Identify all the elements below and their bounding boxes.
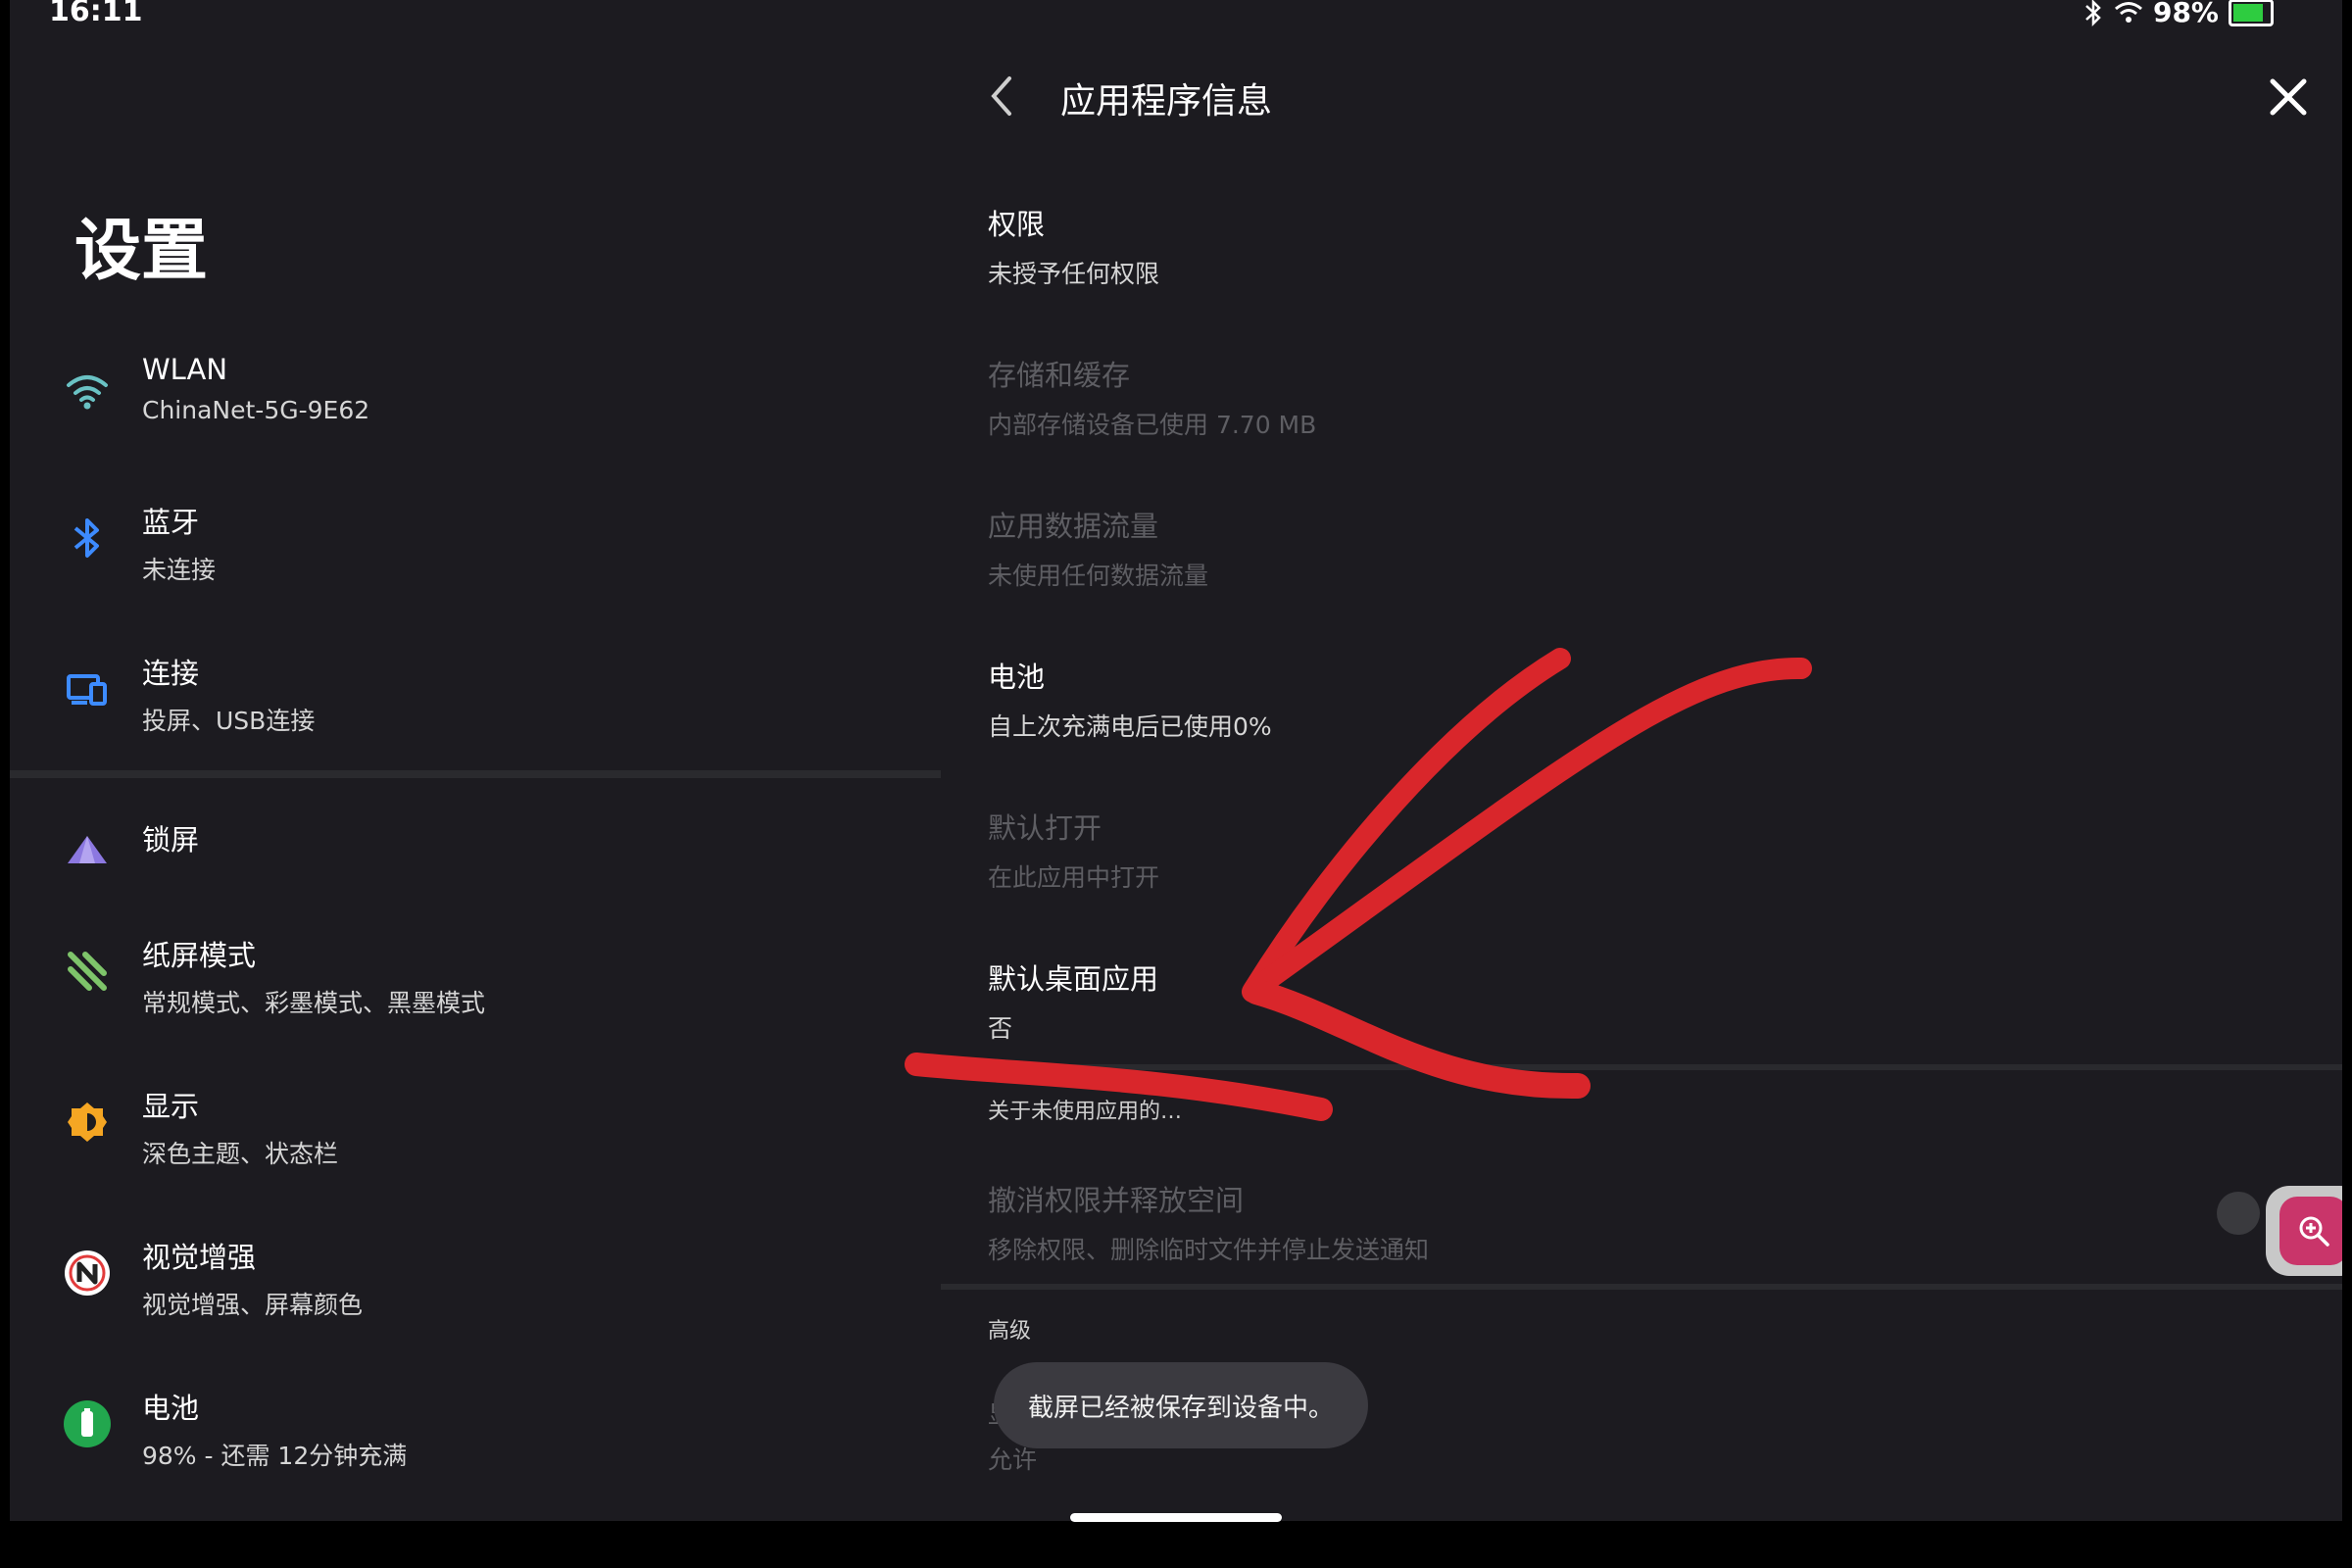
- settings-item-bluetooth[interactable]: 蓝牙 未连接: [10, 480, 941, 608]
- settings-item-subtitle: 常规模式、彩墨模式、黑墨模式: [142, 989, 486, 1017]
- app-info-item-subtitle: 移除权限、删除临时文件并停止发送通知: [988, 1236, 1430, 1264]
- back-button[interactable]: [980, 71, 1023, 122]
- app-info-item-subtitle: 自上次充满电后已使用0%: [988, 712, 1272, 741]
- settings-item-title: 连接: [142, 657, 200, 690]
- app-info-default-home-app[interactable]: 默认桌面应用 否: [988, 956, 2164, 1045]
- screen: 16:11 98% 设置 WLAN ChinaNet-5G-9E62 蓝牙 未连…: [10, 0, 2342, 1521]
- section-unused-apps: 关于未使用应用的…: [988, 1100, 1183, 1124]
- wifi-icon: [57, 361, 118, 421]
- settings-item-title: 视觉增强: [142, 1241, 257, 1274]
- settings-title: 设置: [74, 213, 209, 290]
- left-divider: [10, 770, 941, 778]
- settings-item-subtitle: 视觉增强、屏幕颜色: [142, 1291, 364, 1319]
- app-info-open-by-default[interactable]: 默认打开 在此应用中打开: [988, 806, 2164, 894]
- lock-screen-icon: [57, 819, 118, 880]
- settings-item-title: 电池: [142, 1392, 200, 1425]
- app-info-item-subtitle: 内部存储设备已使用 7.70 MB: [988, 411, 1317, 439]
- app-info-item-title: 默认桌面应用: [988, 962, 1159, 996]
- settings-item-connection[interactable]: 连接 投屏、USB连接: [10, 631, 941, 759]
- revoke-permissions-toggle[interactable]: [2217, 1192, 2260, 1235]
- battery-status-icon: [2229, 0, 2274, 26]
- settings-item-display[interactable]: 显示 深色主题、状态栏: [10, 1064, 941, 1192]
- status-icons: 98%: [2082, 0, 2274, 28]
- settings-item-subtitle: ChinaNet-5G-9E62: [142, 396, 370, 424]
- close-button[interactable]: [2264, 73, 2313, 122]
- section-advanced: 高级: [988, 1319, 1032, 1344]
- app-info-item-subtitle: 否: [988, 1014, 1013, 1043]
- app-info-item-title: 撤消权限并释放空间: [988, 1184, 1245, 1217]
- battery-icon: [57, 1394, 118, 1454]
- settings-item-subtitle: 未连接: [142, 556, 217, 584]
- app-info-item-title: 应用数据流量: [988, 510, 1159, 543]
- devices-icon: [57, 659, 118, 719]
- settings-item-battery[interactable]: 电池 98% - 还需 12分钟充满: [10, 1366, 941, 1494]
- wifi-status-icon: [2115, 1, 2142, 23]
- screenshot-saved-toast: 截屏已经被保存到设备中。: [994, 1362, 1368, 1448]
- paper-mode-icon: [57, 941, 118, 1002]
- app-info-item-title: 存储和缓存: [988, 359, 1131, 392]
- app-info-data-usage[interactable]: 应用数据流量 未使用任何数据流量: [988, 504, 2164, 592]
- close-icon: [2270, 78, 2307, 116]
- settings-item-title: 锁屏: [142, 823, 200, 857]
- right-divider: [941, 1064, 2342, 1070]
- right-divider: [941, 1284, 2342, 1290]
- settings-item-subtitle: 投屏、USB连接: [142, 707, 316, 735]
- app-info-item-title: 权限: [988, 208, 1046, 241]
- app-info-storage[interactable]: 存储和缓存 内部存储设备已使用 7.70 MB: [988, 353, 2164, 441]
- magnifier-floating-button[interactable]: [2266, 1186, 2342, 1276]
- vision-enhance-icon: [57, 1243, 118, 1303]
- chevron-left-icon: [991, 76, 1011, 116]
- settings-item-lock-screen[interactable]: 锁屏: [10, 792, 941, 919]
- settings-item-paper-mode[interactable]: 纸屏模式 常规模式、彩墨模式、黑墨模式: [10, 913, 941, 1041]
- display-brightness-icon: [57, 1092, 118, 1152]
- app-info-battery[interactable]: 电池 自上次充满电后已使用0%: [988, 655, 2164, 743]
- settings-item-vision-enhance[interactable]: 视觉增强 视觉增强、屏幕颜色: [10, 1215, 941, 1343]
- settings-item-title: 蓝牙: [142, 506, 200, 539]
- page-title: 应用程序信息: [1060, 81, 1273, 122]
- revoke-permissions-item[interactable]: 撤消权限并释放空间 移除权限、删除临时文件并停止发送通知: [988, 1178, 2164, 1266]
- bluetooth-icon: [57, 508, 118, 568]
- settings-item-title: 纸屏模式: [142, 939, 257, 972]
- home-indicator[interactable]: [1070, 1513, 1282, 1522]
- app-info-permissions[interactable]: 权限 未授予任何权限: [988, 202, 2164, 290]
- app-info-item-subtitle: 在此应用中打开: [988, 863, 1160, 892]
- status-time: 16:11: [49, 0, 143, 28]
- bluetooth-status-icon: [2085, 0, 2101, 26]
- settings-item-subtitle: 98% - 还需 12分钟充满: [142, 1442, 408, 1470]
- settings-item-wlan[interactable]: WLAN ChinaNet-5G-9E62: [10, 333, 941, 461]
- app-info-item-title: 电池: [988, 661, 1046, 694]
- settings-item-subtitle: 深色主题、状态栏: [142, 1140, 339, 1168]
- app-info-item-title: 默认打开: [988, 811, 1102, 845]
- battery-percent: 98%: [2152, 0, 2219, 28]
- zoom-in-icon: [2279, 1197, 2342, 1265]
- settings-item-title: WLAN: [142, 353, 228, 386]
- settings-item-title: 显示: [142, 1090, 200, 1123]
- app-info-item-subtitle: 未使用任何数据流量: [988, 562, 1209, 590]
- app-info-item-subtitle: 未授予任何权限: [988, 260, 1160, 288]
